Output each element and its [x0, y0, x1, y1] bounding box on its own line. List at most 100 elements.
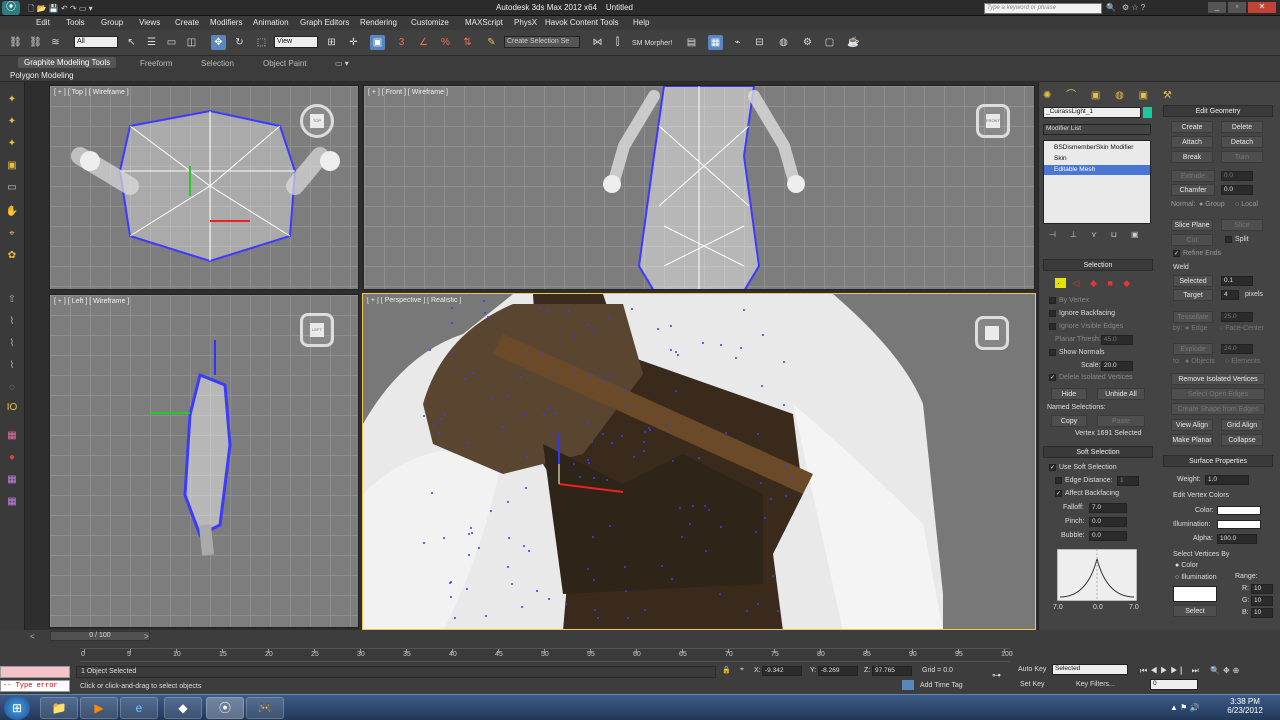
maxscript-listener[interactable] [0, 666, 70, 678]
create-shape-button[interactable]: Create Shape from Edges [1171, 403, 1265, 415]
target-pixels-spinner[interactable]: 4 [1221, 290, 1239, 300]
planar-thresh-spinner[interactable]: 45.0 [1101, 335, 1133, 345]
tab-object-paint[interactable]: Object Paint [263, 59, 307, 68]
explode-button[interactable]: Explode [1173, 343, 1213, 355]
bubble-spinner[interactable]: 0.0 [1089, 531, 1127, 541]
viewcube-perspective[interactable] [975, 316, 1009, 350]
rollout-surface-properties[interactable]: Surface Properties [1163, 455, 1273, 467]
select-by-color-radio[interactable]: ● Color [1175, 562, 1198, 569]
split-checkbox[interactable] [1225, 236, 1232, 243]
curve-editor-icon[interactable]: ⌁ [730, 35, 745, 50]
select-object-icon[interactable]: ↖ [124, 35, 139, 50]
menu-animation[interactable]: Animation [253, 18, 289, 27]
set-key-button[interactable]: Set Key [1020, 681, 1045, 688]
viewport-left[interactable]: [ + ] [ Left ] [ Wireframe ] LEFT [49, 294, 359, 628]
object-name-field[interactable]: _CuirassLight_1 [1043, 107, 1141, 118]
normal-group-radio[interactable]: ● Group [1199, 201, 1225, 208]
menu-customize[interactable]: Customize [411, 18, 449, 27]
tab-freeform[interactable]: Freeform [140, 59, 172, 68]
edit-named-selection-icon[interactable]: ✎ [484, 35, 499, 50]
time-slider[interactable]: 0 / 100 [50, 631, 150, 641]
percent-snap-icon[interactable]: % [438, 35, 453, 50]
object-color-swatch[interactable] [1143, 107, 1152, 118]
stack-item-skin[interactable]: Skin [1044, 154, 1150, 164]
adaptive-degradation-icon[interactable]: ⊶ [992, 670, 1001, 681]
toolbar-icon-3[interactable]: ✦ [4, 136, 20, 152]
viewport-label-perspective[interactable]: [ + ] [ Perspective ] [ Realistic ] [367, 297, 461, 304]
show-normals-checkbox[interactable] [1049, 349, 1056, 356]
graphite-toggle-icon[interactable]: ▦ [708, 35, 723, 50]
menu-group[interactable]: Group [101, 18, 123, 27]
menu-views[interactable]: Views [139, 18, 160, 27]
schematic-view-icon[interactable]: ⊟ [752, 35, 767, 50]
menu-help[interactable]: Help [633, 18, 649, 27]
by-vertex-checkbox[interactable] [1049, 297, 1056, 304]
break-button[interactable]: Break [1171, 151, 1213, 163]
lock-icon[interactable]: 🔒 [722, 666, 731, 674]
weld-selected-button[interactable]: Selected [1173, 275, 1213, 287]
normal-local-radio[interactable]: ○ Local [1235, 201, 1258, 208]
viewport-front[interactable]: [ + ] [ Front ] [ Wireframe ] FRONT [363, 85, 1035, 290]
toolbar-icon-18[interactable]: ▦ [4, 494, 20, 510]
align-icon[interactable]: ⫿ [610, 35, 625, 50]
info-center-icons[interactable]: ⚙ ☆ ? [1122, 3, 1145, 12]
toolbar-icon-6[interactable]: ✋ [4, 204, 20, 220]
toolbar-icon-11[interactable]: ⌇ [4, 336, 20, 352]
unhide-all-button[interactable]: Unhide All [1097, 388, 1145, 400]
viewcube-left[interactable]: LEFT [300, 313, 334, 347]
taskbar-explorer[interactable]: 📁 [40, 697, 78, 719]
toolbar-icon-5[interactable]: ▭ [4, 180, 20, 196]
timeline-scroll-right-icon[interactable]: > [144, 632, 149, 641]
keyboard-shortcut-override-icon[interactable]: ▣ [370, 35, 385, 50]
tray-icons[interactable]: ▲ ⚑ 🔊 [1170, 703, 1200, 712]
menu-maxscript[interactable]: MAXScript [465, 18, 503, 27]
panel-polygon-modeling[interactable]: Polygon Modeling [10, 71, 74, 80]
command-panel-tabs[interactable]: ✺ ⌒ ▣ ◍ ▣ ⚒ [1043, 86, 1178, 101]
tab-graphite-modeling-tools[interactable]: Graphite Modeling Tools [18, 57, 117, 68]
viewport-label-top[interactable]: [ + ] [ Top ] [ Wireframe ] [54, 89, 129, 96]
clock[interactable]: 3:38 PM 6/23/2012 [1224, 697, 1266, 715]
select-move-icon[interactable]: ✥ [211, 35, 226, 50]
explode-spinner[interactable]: 24.0 [1221, 344, 1253, 354]
rollout-soft-selection[interactable]: Soft Selection [1043, 446, 1153, 458]
add-time-tag-button[interactable]: Add Time Tag [920, 682, 963, 689]
close-button[interactable]: ✕ [1248, 2, 1276, 13]
alpha-spinner[interactable]: 100.0 [1217, 534, 1257, 544]
render-setup-icon[interactable]: ⚙ [800, 35, 815, 50]
explode-objects-radio[interactable]: ● Objects [1185, 358, 1215, 365]
app-logo[interactable]: ⦿ [2, 1, 20, 15]
make-planar-button[interactable]: Make Planar [1171, 434, 1213, 446]
taskbar-unity[interactable]: ◆ [164, 697, 202, 719]
select-by-name-icon[interactable]: ☰ [144, 35, 159, 50]
menu-graph-editors[interactable]: Graph Editors [300, 18, 349, 27]
viewcube-front[interactable]: FRONT [976, 104, 1010, 138]
layer-manager-icon[interactable]: ▤ [684, 35, 699, 50]
tessellate-face-center-radio[interactable]: ○ Face-Center [1219, 325, 1264, 332]
select-open-edges-button[interactable]: Select Open Edges [1171, 388, 1265, 400]
rendered-frame-window-icon[interactable]: ▢ [822, 35, 837, 50]
key-mode-dropdown[interactable]: Selected [1052, 664, 1128, 675]
sm-morpher-button[interactable]: SM Morpher! [632, 40, 672, 47]
weld-target-button[interactable]: Target [1173, 289, 1213, 301]
chamfer-button[interactable]: Chamfer [1171, 184, 1215, 196]
taskbar-app[interactable]: 🎮 [246, 697, 284, 719]
toolbar-icon-4[interactable]: ▣ [4, 158, 20, 174]
select-by-color-button[interactable]: Select [1173, 605, 1217, 617]
range-b-spinner[interactable]: 10 [1251, 608, 1273, 618]
hide-button[interactable]: Hide [1051, 388, 1087, 400]
extrude-spinner[interactable]: 0.0 [1221, 171, 1253, 181]
menu-rendering[interactable]: Rendering [360, 18, 397, 27]
select-scale-icon[interactable]: ⬚ [254, 35, 269, 50]
view-align-button[interactable]: View Align [1171, 419, 1213, 431]
navigation-controls[interactable]: 🔍✥⊕ [1210, 666, 1242, 675]
toolbar-icon-17[interactable]: ▦ [4, 472, 20, 488]
refine-ends-checkbox[interactable]: ✓ [1173, 250, 1180, 257]
select-manipulate-icon[interactable]: ✛ [346, 35, 361, 50]
tessellate-edge-radio[interactable]: ● Edge [1185, 325, 1208, 332]
selection-filter-dropdown[interactable]: All [74, 36, 118, 48]
time-tag-icon[interactable] [902, 680, 914, 690]
cut-button[interactable]: Cut [1171, 234, 1213, 246]
taskbar-browser[interactable]: e [120, 697, 158, 719]
timeline-ruler[interactable]: 0 5 10 15 20 25 30 35 40 45 50 55 60 65 70 75 80 85 90 95 10… [80, 648, 1013, 662]
toolbar-icon-10[interactable]: ⌇ [4, 314, 20, 330]
